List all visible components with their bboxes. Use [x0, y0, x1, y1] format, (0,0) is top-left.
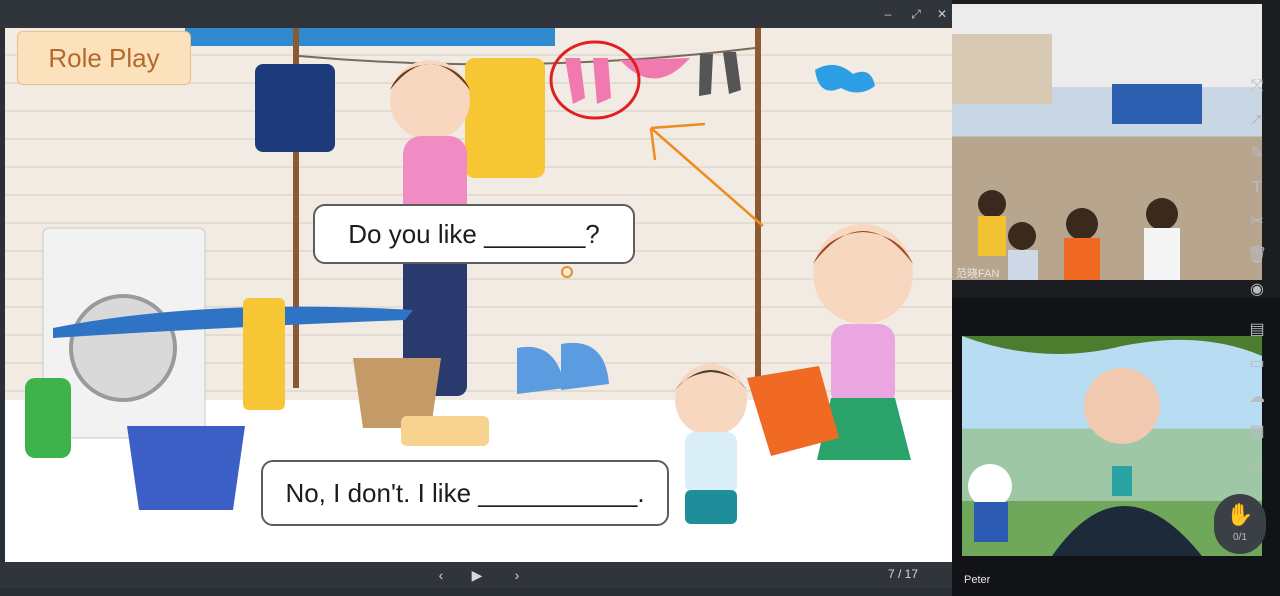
- donald-duck-body: [974, 502, 1008, 542]
- student-head: [1008, 222, 1036, 250]
- slide-title: Role Play: [17, 31, 191, 85]
- chat-icon[interactable]: ▭: [1244, 352, 1270, 376]
- student-shirt: [1008, 250, 1038, 280]
- blue-shoe-2: [561, 342, 609, 390]
- pink-sock-1: [565, 58, 585, 104]
- student-head: [978, 190, 1006, 218]
- speech-bubble-question: Do you like _______?: [313, 204, 635, 264]
- page-indicator: 7 / 17: [888, 567, 919, 581]
- laundry-basket: [127, 426, 245, 510]
- detergent-bottle: [25, 378, 71, 458]
- classroom-video[interactable]: 范晓FAN: [952, 4, 1262, 280]
- classroom-camera-label: 范晓FAN: [956, 268, 1000, 280]
- text-icon[interactable]: T: [1244, 176, 1270, 200]
- student-shirt: [1144, 228, 1180, 280]
- girl-head: [813, 224, 913, 324]
- teacher-camera-label: Peter: [964, 574, 991, 586]
- mom-head: [390, 60, 470, 140]
- annotation-arrow: [649, 122, 764, 227]
- tree-canopy: [962, 336, 1262, 356]
- student-head: [1066, 208, 1098, 240]
- washing-machine-door: [69, 294, 177, 402]
- restore-icon[interactable]: ⤢: [908, 6, 924, 22]
- teacher-tie: [1112, 466, 1132, 496]
- play-icon[interactable]: ▶: [466, 565, 488, 585]
- toolbox-icon[interactable]: ▦: [1244, 420, 1270, 444]
- pink-underwear: [620, 58, 690, 79]
- scissors-icon[interactable]: ✂: [1244, 210, 1270, 234]
- grey-sock-2: [723, 52, 741, 94]
- teacher-sweater: [1052, 506, 1202, 556]
- whiteboard-toolbar: ⤧ ➚ ✎ T ✂ 🗑 ◉ ▤ ▭ ☁ ▦ ☺: [1238, 70, 1276, 500]
- wall-posters: [952, 34, 1052, 104]
- teacher-face: [1084, 368, 1160, 444]
- cursor-icon[interactable]: ⤧: [1244, 74, 1270, 98]
- girl-shirt: [831, 324, 895, 408]
- select-icon[interactable]: ➚: [1244, 108, 1270, 132]
- folded-towels: [401, 416, 489, 446]
- bookshelf: [1112, 84, 1202, 124]
- slide-navigation-bar: ‹ ▶ › 7 / 17: [0, 562, 952, 588]
- speech-bubble-answer: No, I don't. I like ___________.: [261, 460, 669, 526]
- hand-icon: ✋: [1226, 502, 1254, 527]
- pink-sock-2: [593, 58, 611, 104]
- grey-sock-1: [699, 54, 713, 96]
- yellow-shirt: [465, 58, 545, 178]
- line-pole-right: [755, 28, 761, 390]
- window-titlebar: – ⤢ ✕: [0, 0, 952, 28]
- close-icon[interactable]: ✕: [934, 6, 950, 22]
- classroom-video-panel: 范晓FAN: [952, 0, 1280, 298]
- boy-shirt: [685, 432, 737, 494]
- cloud-icon[interactable]: ☁: [1244, 386, 1270, 410]
- blue-shoe-1: [517, 346, 565, 394]
- users-icon[interactable]: ☺: [1244, 454, 1270, 478]
- student-shirt: [1064, 238, 1100, 280]
- pen-icon[interactable]: ✎: [1244, 142, 1270, 166]
- student-head: [1146, 198, 1178, 230]
- trash-icon[interactable]: 🗑: [1244, 244, 1270, 268]
- navy-jacket: [255, 64, 335, 152]
- eye-icon[interactable]: ◉: [1244, 278, 1270, 302]
- prev-slide-icon[interactable]: ‹: [430, 565, 452, 585]
- blue-paint-splash: [815, 64, 875, 93]
- slide-canvas[interactable]: Role Play Do you like _______? No, I don…: [5, 28, 953, 562]
- student-shirt: [978, 216, 1006, 256]
- donald-duck-head: [968, 464, 1012, 508]
- classroom-scene: [952, 34, 1202, 280]
- next-slide-icon[interactable]: ›: [506, 565, 528, 585]
- boy-shorts: [685, 490, 737, 524]
- hand-count: 0/1: [1233, 532, 1247, 543]
- raise-hand-button[interactable]: ✋ 0/1: [1214, 494, 1266, 554]
- pointer-mark-icon: [561, 266, 573, 278]
- edit-icon[interactable]: ▤: [1244, 318, 1270, 342]
- boy-head: [675, 364, 747, 436]
- minimize-icon[interactable]: –: [880, 6, 896, 22]
- yellow-towel: [243, 298, 285, 410]
